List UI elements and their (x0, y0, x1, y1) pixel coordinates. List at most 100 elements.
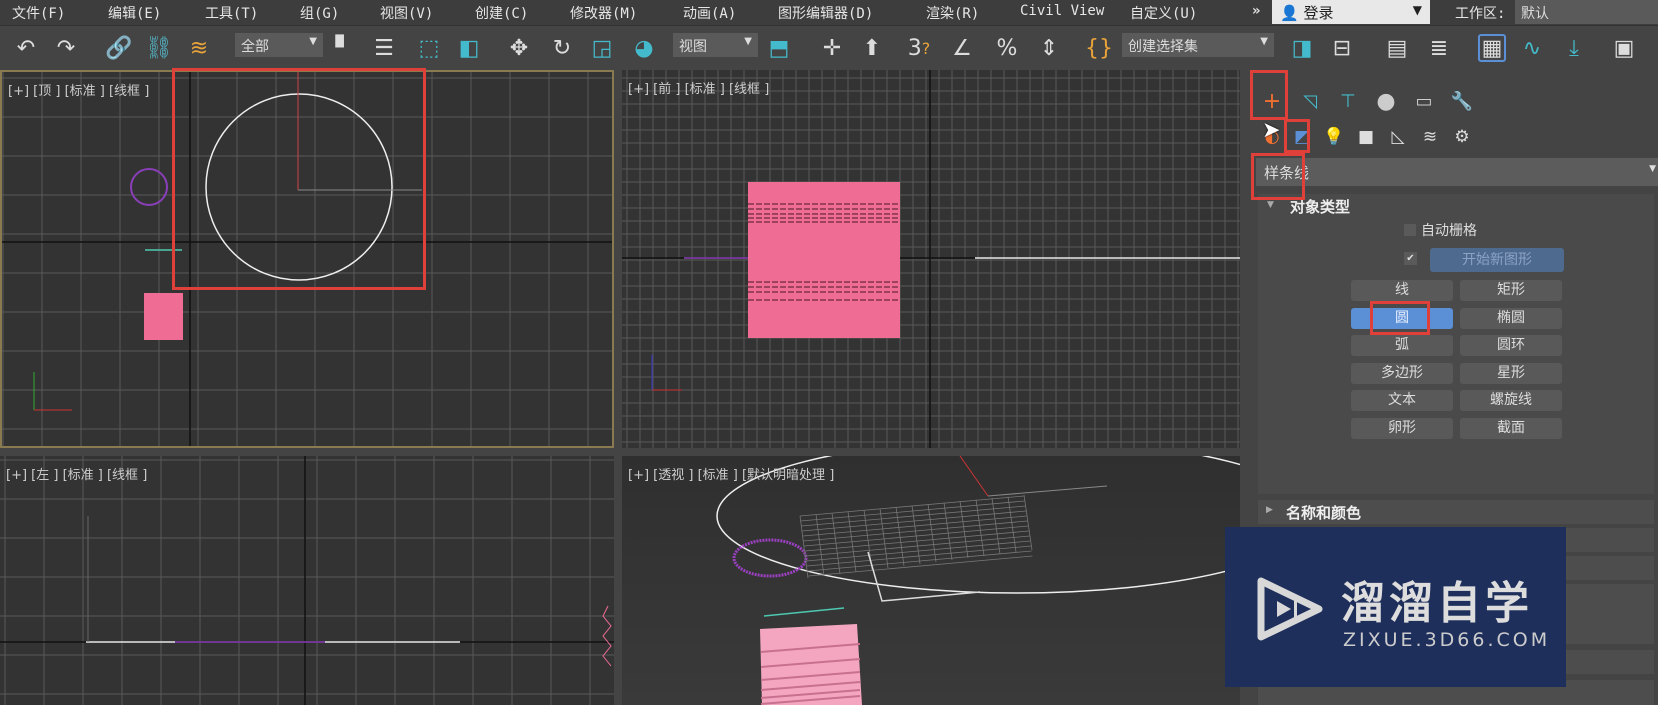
undo-icon[interactable]: ↶ (12, 34, 40, 62)
menu-animation[interactable]: 动画(A) (683, 3, 736, 23)
modify-tab-icon[interactable]: ◹ (1292, 84, 1328, 118)
menu-rendering[interactable]: 渲染(R) (926, 3, 979, 23)
expand-triangle-icon: ▶ (1266, 505, 1273, 515)
toggle-ribbon-icon[interactable]: ▦ (1478, 34, 1506, 62)
object-type-rollout: ▼ 对象类型 自动栅格 ✔ 开始新图形 线矩形圆椭圆弧圆环 多边形 星形 文本 螺旋线卵… (1258, 194, 1654, 494)
schematic-view-icon[interactable]: ⤓ (1560, 34, 1588, 62)
menu-views[interactable]: 视图(V) (380, 3, 433, 23)
watermark-name: 溜溜自学 (1341, 578, 1533, 629)
shape-button[interactable]: 线 (1351, 280, 1453, 301)
menu-customize[interactable]: 自定义(U) (1130, 3, 1197, 23)
mirror-icon[interactable]: ◨ (1288, 34, 1316, 62)
rotate-icon[interactable]: ↻ (548, 34, 576, 62)
start-new-shape-button[interactable]: 开始新图形 (1430, 248, 1564, 272)
scale-icon[interactable]: ◲ (588, 34, 616, 62)
select-by-name-icon[interactable]: ☰ (370, 34, 398, 62)
align-icon[interactable]: ⊟ (1328, 34, 1356, 62)
shape-button[interactable]: 星形 (1460, 362, 1562, 384)
highlight-box (1251, 153, 1305, 200)
mouse-cursor-icon: ➤ (1262, 118, 1281, 143)
viewport-label[interactable]: [+] [顶 ] [标准 ] [线框 ] (8, 80, 149, 99)
login-dropdown[interactable]: 👤 登录 ▼ (1272, 0, 1430, 24)
angle-snap-icon[interactable]: ∠ (948, 34, 976, 62)
login-label: 登录 (1303, 4, 1334, 22)
pivot-center-icon[interactable]: ⬒ (765, 34, 793, 62)
watermark-url: ZIXUE.3D66.COM (1343, 629, 1551, 651)
rollout-name-and-color[interactable]: ▶ 名称和颜色 (1258, 500, 1654, 524)
start-new-shape-checkbox[interactable]: ✔ (1404, 252, 1417, 265)
rollout-title: 名称和颜色 (1286, 504, 1362, 522)
menu-group[interactable]: 组(G) (300, 3, 339, 23)
rectangular-selection-icon[interactable]: ⬚ (415, 34, 443, 62)
hierarchy-tab-icon[interactable]: ⊤ (1330, 84, 1366, 118)
viewport-label[interactable]: [+] [透视 ] [标准 ] [默认明暗处理 ] (628, 464, 834, 483)
reference-coordinate-dropdown[interactable]: 视图 ▼ (673, 33, 758, 57)
shape-button[interactable]: 多边形 (1351, 362, 1453, 384)
placement-icon[interactable]: ◕ (630, 34, 658, 62)
spinner-snap-icon[interactable]: ⇕ (1035, 34, 1063, 62)
select-object-icon[interactable]: ▘ (330, 34, 358, 62)
utilities-tab-wrench-icon[interactable]: 🔧 (1444, 84, 1480, 118)
highlight-box (172, 68, 426, 290)
autogrid-label: 自动栅格 (1421, 223, 1477, 239)
shape-button[interactable]: 螺旋线 (1460, 390, 1562, 411)
shape-button[interactable]: 圆环 (1460, 335, 1562, 356)
menu-file[interactable]: 文件(F) (12, 3, 65, 23)
selection-filter-dropdown[interactable]: 全部 ▼ (235, 33, 323, 57)
named-selection-set-value: 创建选择集 (1128, 39, 1198, 55)
menu-modifiers[interactable]: 修改器(M) (570, 3, 637, 23)
display-tab-icon[interactable]: ▭ (1406, 84, 1442, 118)
viewport-perspective[interactable]: [+] [透视 ] [标准 ] [默认明暗处理 ] (622, 456, 1240, 705)
redo-icon[interactable]: ↷ (52, 34, 80, 62)
viewport-label[interactable]: [+] [左 ] [标准 ] [线框 ] (6, 464, 147, 483)
shape-button[interactable]: 截面 (1460, 417, 1562, 439)
box-object (144, 293, 183, 340)
menu-civil-view[interactable]: Civil View (1020, 3, 1104, 19)
scene-explorer-icon[interactable]: ▤ (1383, 34, 1411, 62)
unlink-icon[interactable]: ⛓ (145, 34, 173, 62)
shape-button[interactable]: 椭圆 (1460, 307, 1562, 329)
menu-tools[interactable]: 工具(T) (205, 3, 258, 23)
menu-overflow[interactable]: » (1252, 3, 1260, 19)
chevron-down-icon: ▼ (1649, 164, 1656, 174)
viewport-label[interactable]: [+] [前 ] [标准 ] [线框 ] (628, 78, 769, 97)
systems-icon[interactable]: ⚙ (1444, 120, 1480, 154)
select-manipulate-icon[interactable]: ✛ (818, 34, 846, 62)
shape-button[interactable]: 弧 (1351, 335, 1453, 356)
collapse-triangle-icon[interactable]: ▼ (1267, 200, 1274, 210)
shape-button[interactable]: 文本 (1351, 390, 1453, 411)
lights-icon[interactable]: 💡 (1316, 120, 1352, 154)
viewport-left[interactable]: [+] [左 ] [标准 ] [线框 ] (0, 456, 614, 705)
category-dropdown[interactable]: 样条线 ▼ (1256, 158, 1658, 186)
workspace-label: 工作区: (1455, 6, 1506, 22)
play-logo-icon (1257, 577, 1323, 641)
space-warps-icon[interactable]: ≋ (1412, 120, 1448, 154)
bind-space-warp-icon[interactable]: ≋ (185, 34, 213, 62)
highlight-box (1370, 301, 1430, 335)
workspace-dropdown[interactable]: 默认 (1515, 0, 1658, 24)
link-icon[interactable]: 🔗 (105, 34, 133, 62)
motion-tab-icon[interactable]: ● (1368, 84, 1404, 118)
menu-graph-editors[interactable]: 图形编辑器(D) (778, 3, 873, 23)
curve-editor-icon[interactable]: ∿ (1518, 34, 1546, 62)
move-icon[interactable]: ✥ (505, 34, 533, 62)
named-selection-set-dropdown[interactable]: 创建选择集 ▼ (1122, 33, 1274, 57)
edit-named-selection-icon[interactable]: {} (1085, 34, 1113, 62)
cameras-icon[interactable]: ■ (1348, 120, 1384, 154)
material-editor-icon[interactable]: ▣ (1610, 34, 1638, 62)
keyboard-shortcut-override-icon[interactable]: ⬆ (858, 34, 886, 62)
user-icon: 👤 (1280, 4, 1299, 22)
helpers-icon[interactable]: ◺ (1380, 120, 1416, 154)
shape-button[interactable]: 卵形 (1351, 417, 1453, 439)
menu-create[interactable]: 创建(C) (475, 3, 528, 23)
shape-button[interactable]: 矩形 (1460, 280, 1562, 301)
chevron-down-icon: ▼ (1260, 36, 1268, 47)
window-crossing-icon[interactable]: ◧ (455, 34, 483, 62)
snaps-toggle-icon[interactable]: 3? (905, 34, 933, 62)
menu-edit[interactable]: 编辑(E) (108, 3, 161, 23)
highlight-box (1284, 119, 1310, 153)
layer-explorer-icon[interactable]: ≣ (1425, 34, 1453, 62)
viewport-front[interactable]: [+] [前 ] [标准 ] [线框 ] (622, 70, 1240, 448)
percent-snap-icon[interactable]: % (993, 34, 1021, 62)
autogrid-checkbox[interactable] (1404, 224, 1416, 236)
